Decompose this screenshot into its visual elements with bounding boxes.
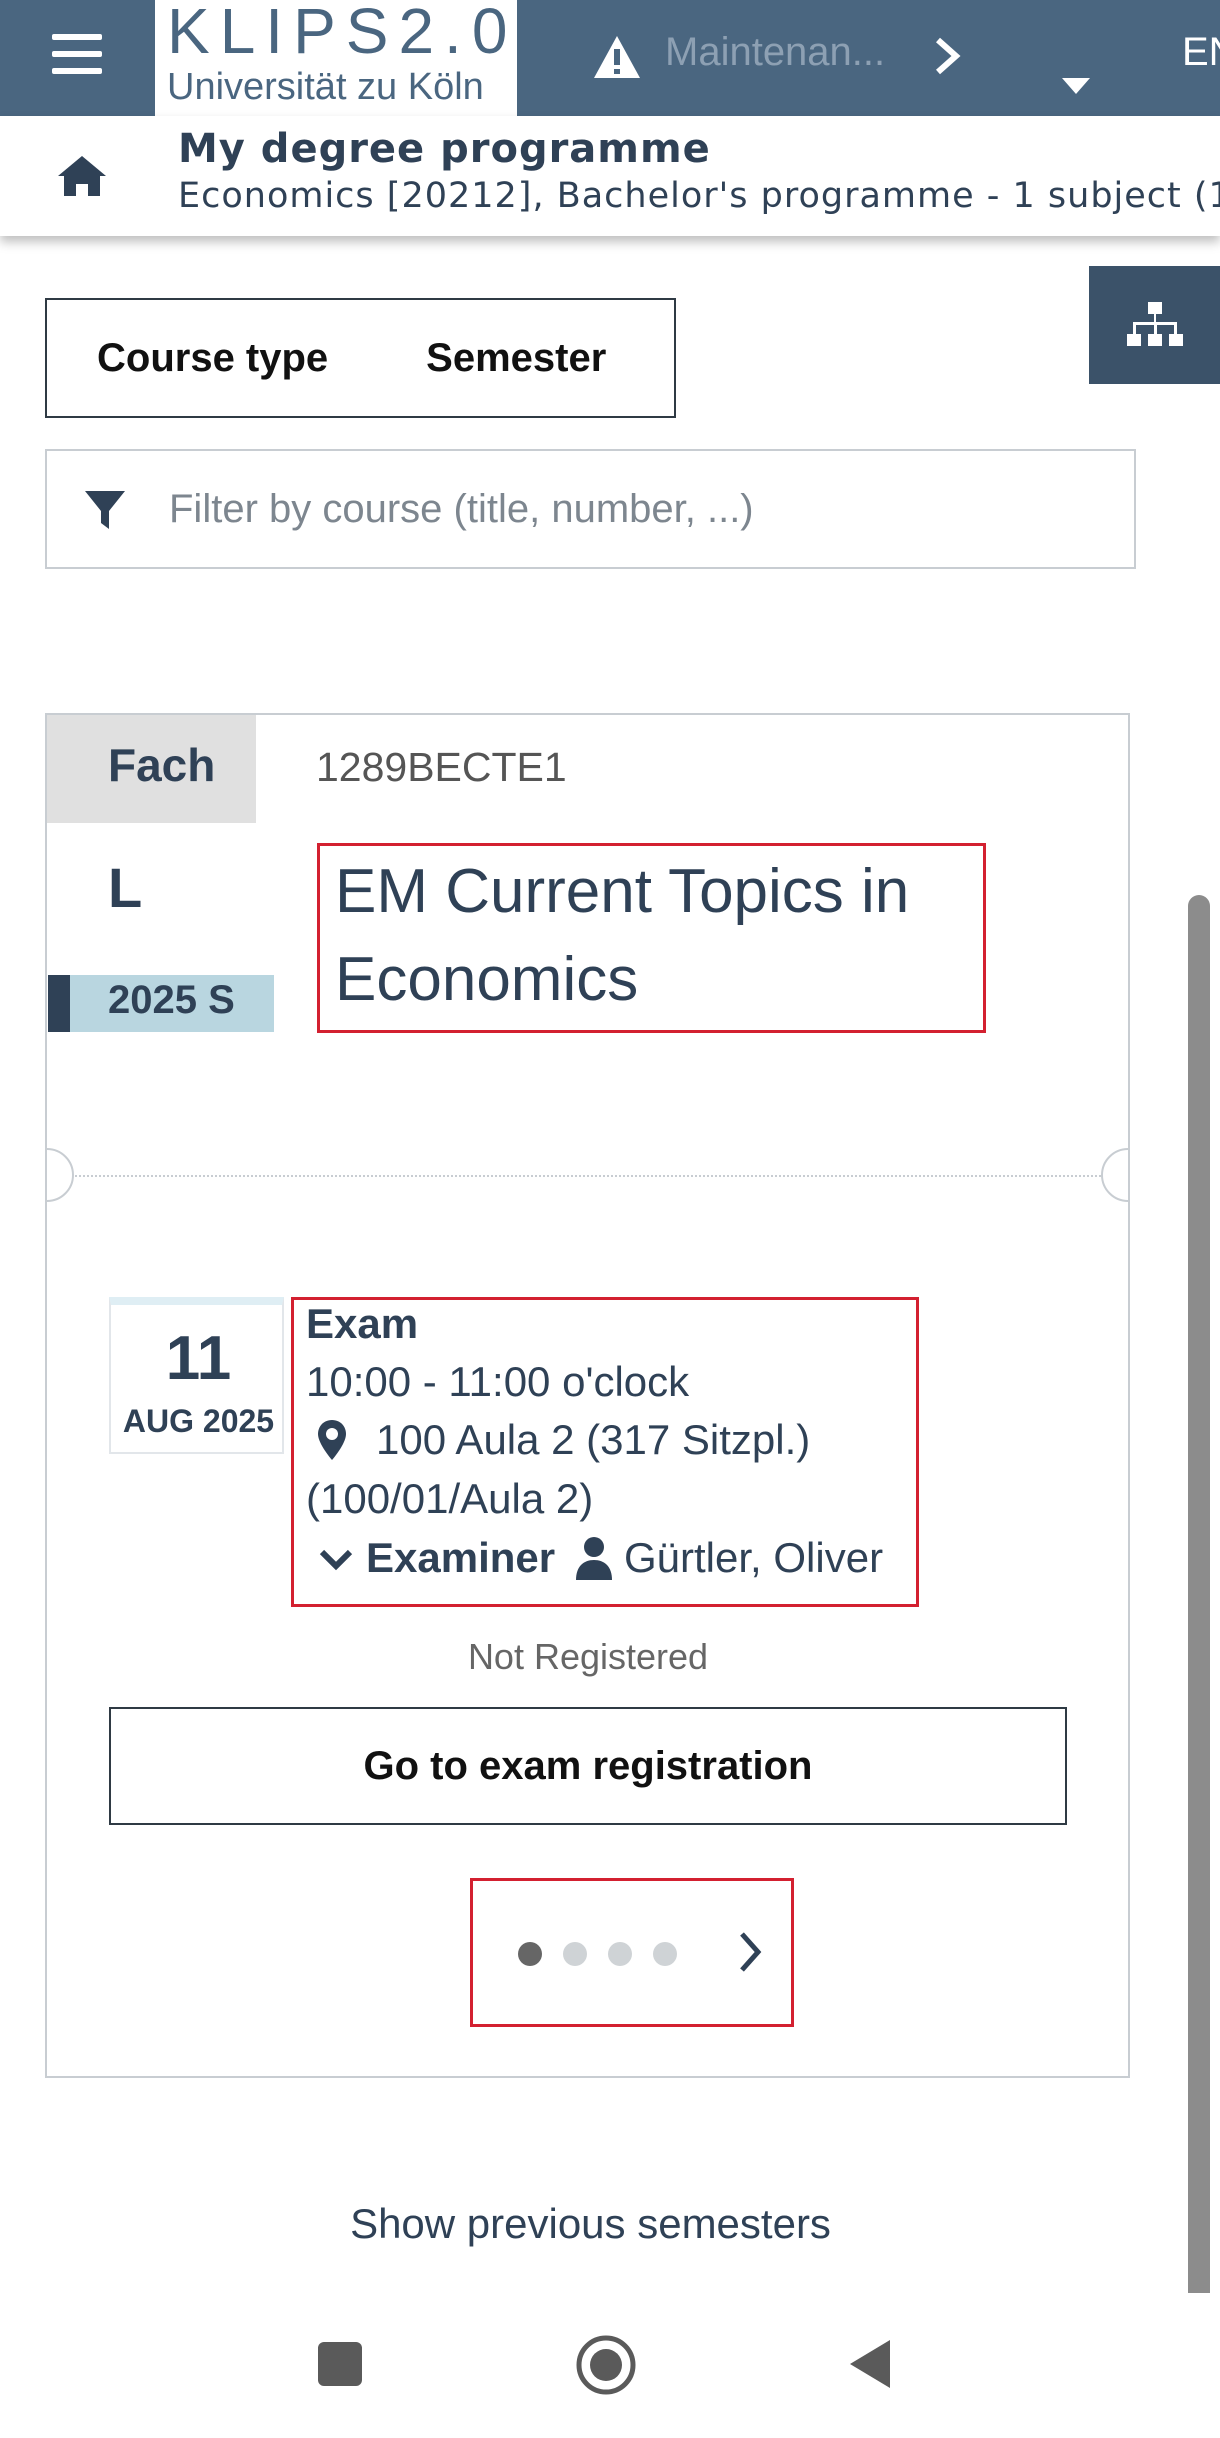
course-type-label: Fach (108, 739, 216, 791)
language-selector[interactable]: EN (1182, 30, 1220, 75)
examiner-name: Gürtler, Oliver (624, 1534, 884, 1581)
pager-dot[interactable] (653, 1942, 677, 1966)
course-level: L (108, 856, 143, 919)
caret-down-icon[interactable] (1062, 78, 1090, 94)
home-icon[interactable] (56, 154, 108, 198)
course-title[interactable]: EM Current Topics in Economics (335, 848, 975, 1024)
card-notch-left (47, 1148, 74, 1202)
course-filter (45, 449, 1136, 569)
map-marker-icon (318, 1420, 346, 1460)
warning-icon[interactable] (592, 34, 642, 80)
menu-icon[interactable] (52, 34, 102, 74)
view-tabs: Course type Semester (45, 298, 676, 418)
exam-title: Exam (306, 1300, 419, 1347)
scrollbar[interactable] (1188, 895, 1210, 2293)
exam-time: 10:00 - 11:00 o'clock (306, 1358, 690, 1405)
logo-title: KLIPS2.0 (167, 0, 518, 67)
pager-dot[interactable] (608, 1942, 632, 1966)
page-subtitle: Economics [20212], Bachelor's programme … (178, 176, 1220, 216)
home-button-icon[interactable] (575, 2334, 637, 2396)
exam-room[interactable]: 100 Aula 2 (317 Sitzpl.) (376, 1416, 810, 1464)
klips-logo[interactable]: KLIPS2.0 Universität zu Köln (155, 0, 517, 116)
show-previous-semesters-link[interactable]: Show previous semesters (45, 2200, 1136, 2248)
tab-course-type[interactable]: Course type (97, 336, 328, 381)
exam-date-day: 11 (165, 1324, 232, 1393)
exam-date-month: AUG 2025 (122, 1403, 275, 1439)
sitemap-icon (1127, 302, 1183, 346)
registration-status: Not Registered (467, 1636, 709, 1677)
page-title[interactable]: My degree programme (178, 126, 711, 172)
semester-badge-marker (48, 975, 70, 1032)
structure-tree-button[interactable] (1089, 266, 1220, 384)
exam-registration-button[interactable]: Go to exam registration (109, 1707, 1067, 1825)
pager-dot[interactable] (518, 1942, 542, 1966)
breadcrumb-bar: My degree programme Economics [20212], B… (0, 116, 1220, 236)
back-icon[interactable] (848, 2338, 892, 2390)
examiner-toggle[interactable]: Examiner (366, 1534, 555, 1582)
logo-subtitle: Universität zu Köln (167, 66, 484, 108)
tab-semester[interactable]: Semester (426, 336, 606, 381)
filter-icon (85, 491, 125, 529)
exam-room-code: (100/01/Aula 2) (306, 1475, 594, 1522)
maintenance-notice[interactable]: Maintenan... (665, 30, 885, 75)
filter-input[interactable] (167, 481, 1107, 537)
chevron-right-icon[interactable] (932, 36, 962, 76)
pager-next-icon[interactable] (736, 1930, 764, 1974)
course-number: 1289BECTE1 (316, 744, 567, 790)
card-divider (47, 1175, 1129, 1177)
chevron-down-icon[interactable] (318, 1546, 354, 1574)
recent-apps-icon[interactable] (318, 2342, 362, 2386)
user-icon (576, 1537, 612, 1580)
pager-dot[interactable] (563, 1942, 587, 1966)
semester-label: 2025 S (108, 978, 235, 1022)
exam-date: 11 AUG 2025 (109, 1297, 284, 1454)
